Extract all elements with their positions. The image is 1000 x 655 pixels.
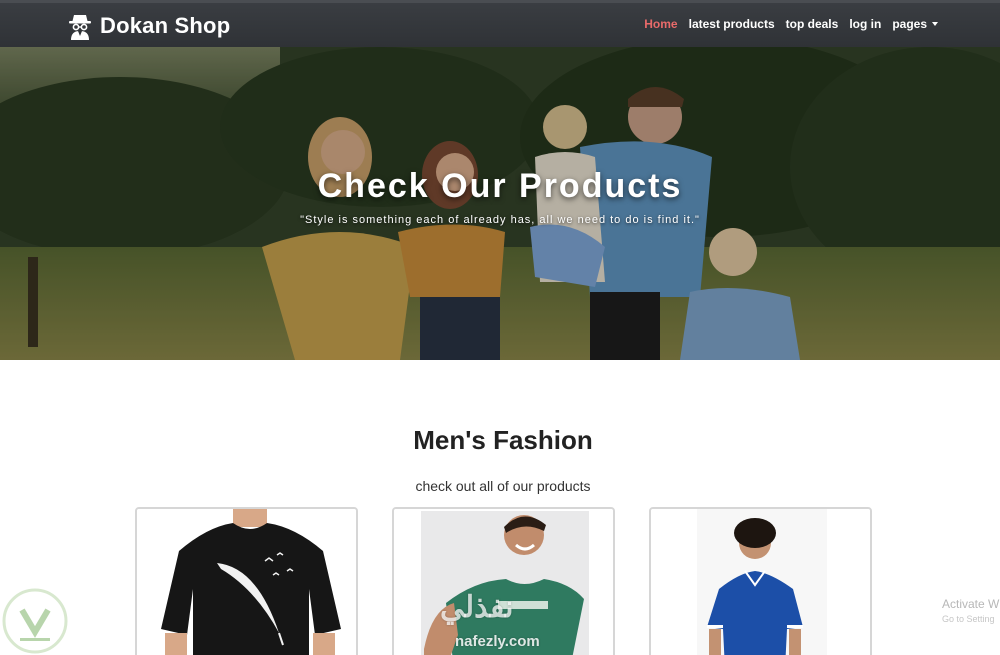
nav-log-in[interactable]: log in	[849, 17, 881, 31]
nav-pages-dropdown[interactable]: pages	[892, 17, 938, 31]
caret-down-icon	[932, 22, 938, 26]
product-card[interactable]	[135, 507, 358, 655]
spy-icon	[69, 15, 91, 40]
brand-name: Dokan Shop	[100, 13, 231, 38]
nav-top-deals[interactable]: top deals	[786, 17, 839, 31]
watermark-arabic: نفذلي	[440, 591, 514, 624]
activate-windows-subtext: Go to Setting	[942, 614, 995, 624]
black-tshirt-image	[137, 509, 356, 655]
section-subtitle: check out all of our products	[415, 478, 591, 494]
nav-pages-label: pages	[892, 17, 927, 31]
blue-polo-image	[651, 509, 870, 655]
nav-latest-products[interactable]: latest products	[689, 17, 775, 31]
nav-home[interactable]: Home	[644, 17, 677, 31]
navbar: Dokan Shop Home latest products top deal…	[0, 0, 1000, 47]
watermark-url: nafezly.com	[455, 633, 540, 650]
activate-windows-notice: Activate W	[942, 597, 1000, 611]
hero-quote: "Style is something each of already has,…	[300, 214, 700, 226]
hero-banner: Check Our Products "Style is something e…	[0, 47, 1000, 360]
section-title: Men's Fashion	[413, 425, 593, 455]
product-card[interactable]	[649, 507, 872, 655]
nav-menu: Home latest products top deals log in pa…	[633, 17, 938, 31]
brand[interactable]: Dokan Shop	[68, 10, 230, 42]
hero-title: Check Our Products	[317, 167, 683, 205]
nafezly-logo-icon	[2, 588, 68, 654]
